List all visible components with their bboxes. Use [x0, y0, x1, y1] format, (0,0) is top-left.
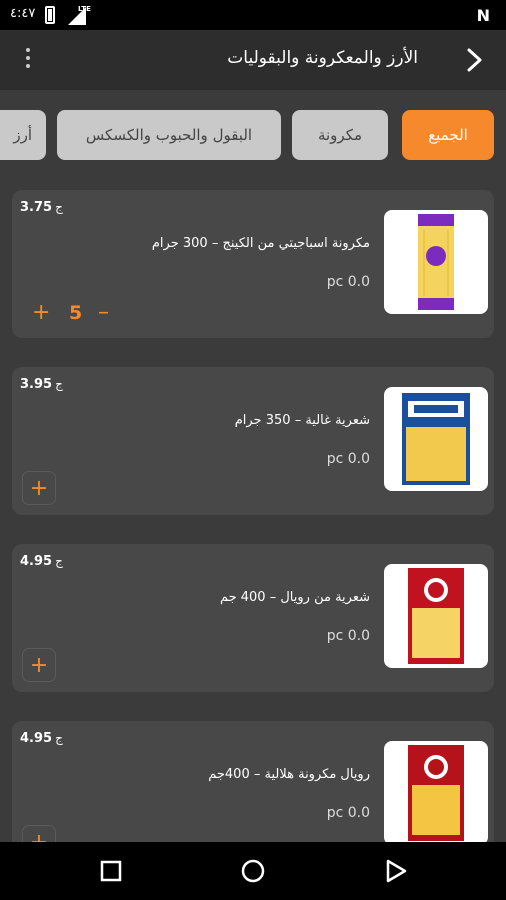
- product-price: 4.95 ج: [20, 554, 63, 569]
- content-area: الجميع مكرونة البقول والحبوب والكسكس أرز…: [0, 90, 506, 842]
- tab-pasta[interactable]: مكرونة: [292, 110, 388, 160]
- currency-label: ج: [55, 200, 63, 214]
- home-icon[interactable]: [240, 858, 266, 884]
- product-quantity: pc 0.0: [326, 274, 370, 290]
- product-quantity: pc 0.0: [326, 628, 370, 644]
- product-image[interactable]: [384, 564, 488, 668]
- status-bar: ٤:٤٧ LTE N: [0, 0, 506, 30]
- product-price: 4.95 ج: [20, 731, 63, 746]
- product-card[interactable]: 4.95 ج شعرية من رويال – 400 جم pc 0.0 +: [12, 544, 494, 692]
- tab-all[interactable]: الجميع: [402, 110, 494, 160]
- back-arrow-icon[interactable]: [456, 42, 492, 78]
- status-time: ٤:٤٧: [10, 6, 36, 21]
- product-quantity: pc 0.0: [326, 805, 370, 821]
- tab-legumes-grains[interactable]: البقول والحبوب والكسكس: [57, 110, 281, 160]
- battery-icon: [45, 6, 55, 24]
- product-card[interactable]: 4.95 ج رويال مكرونة هلالية – 400جم pc 0.0…: [12, 721, 494, 842]
- product-name: شعرية من رويال – 400 جم: [219, 590, 370, 605]
- royal-pasta-pack-icon: [408, 745, 464, 841]
- vermicelli-pack-icon: [402, 393, 470, 485]
- tab-rice[interactable]: أرز: [0, 110, 46, 160]
- increment-button[interactable]: +: [32, 300, 50, 326]
- currency-label: ج: [55, 731, 63, 745]
- currency-label: ج: [55, 377, 63, 391]
- add-to-cart-button[interactable]: +: [22, 471, 56, 505]
- notification-icon: N: [476, 6, 490, 25]
- product-image[interactable]: [384, 387, 488, 491]
- quantity-stepper: + 5 –: [32, 300, 132, 326]
- overflow-menu-icon[interactable]: [18, 46, 38, 74]
- page-title: الأرز والمعكرونة والبقوليات: [227, 48, 418, 68]
- category-tabs: الجميع مكرونة البقول والحبوب والكسكس أرز: [0, 110, 506, 160]
- system-nav-bar: [0, 842, 506, 900]
- add-to-cart-button[interactable]: +: [22, 825, 56, 842]
- cart-count: 5: [69, 302, 83, 324]
- back-icon[interactable]: [383, 858, 409, 884]
- spaghetti-pack-icon: [418, 214, 454, 310]
- currency-label: ج: [55, 554, 63, 568]
- product-card[interactable]: 3.75 ج مكرونة اسباجيتي من الكينج – 300 جر…: [12, 190, 494, 338]
- product-image[interactable]: [384, 741, 488, 842]
- product-image[interactable]: [384, 210, 488, 314]
- product-name: رويال مكرونة هلالية – 400جم: [208, 767, 370, 782]
- network-type: LTE: [78, 5, 91, 13]
- product-name: مكرونة اسباجيتي من الكينج – 300 جرام: [151, 236, 370, 251]
- add-to-cart-button[interactable]: +: [22, 648, 56, 682]
- decrement-button[interactable]: –: [98, 300, 109, 326]
- royal-vermicelli-pack-icon: [408, 568, 464, 664]
- product-price: 3.95 ج: [20, 377, 63, 392]
- app-header: الأرز والمعكرونة والبقوليات: [0, 30, 506, 90]
- product-price: 3.75 ج: [20, 200, 63, 215]
- product-name: شعرية غالية – 350 جرام: [234, 413, 370, 428]
- product-quantity: pc 0.0: [326, 451, 370, 467]
- recents-icon[interactable]: [98, 858, 124, 884]
- product-card[interactable]: 3.95 ج شعرية غالية – 350 جرام pc 0.0 +: [12, 367, 494, 515]
